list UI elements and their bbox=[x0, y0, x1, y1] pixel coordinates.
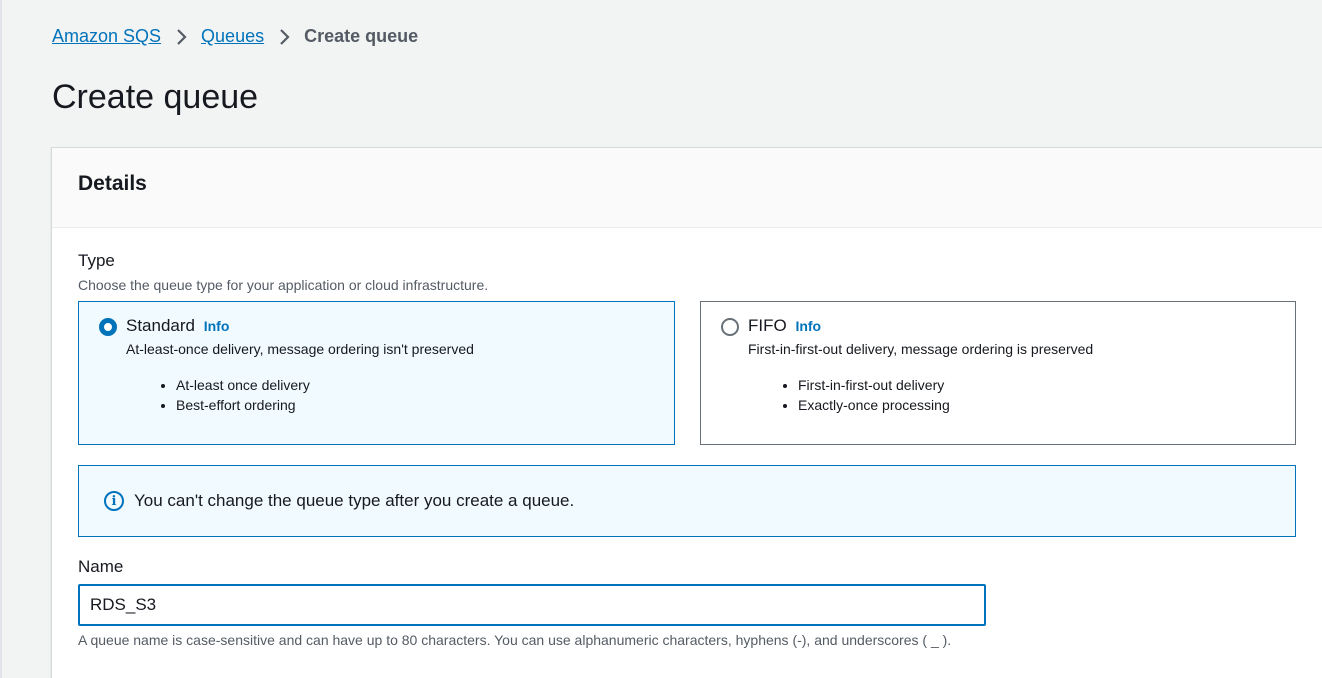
name-label: Name bbox=[78, 557, 124, 576]
list-item: Best-effort ordering bbox=[176, 395, 310, 415]
info-icon: i bbox=[104, 491, 124, 511]
list-item: At-least once delivery bbox=[176, 375, 310, 395]
breadcrumb-queues-link[interactable]: Queues bbox=[201, 26, 264, 47]
fifo-info-link[interactable]: Info bbox=[795, 318, 821, 334]
fifo-description: First-in-first-out delivery, message ord… bbox=[748, 341, 1094, 357]
details-panel: Details Type Choose the queue type for y… bbox=[51, 147, 1322, 678]
fifo-bullets: First-in-first-out delivery Exactly-once… bbox=[798, 375, 950, 415]
fifo-title: FIFO Info bbox=[748, 316, 821, 336]
standard-description: At-least-once delivery, message ordering… bbox=[126, 341, 474, 357]
details-panel-header: Details bbox=[52, 148, 1322, 228]
list-item: Exactly-once processing bbox=[798, 395, 950, 415]
queue-name-input[interactable] bbox=[78, 584, 986, 626]
standard-radio[interactable] bbox=[99, 318, 117, 336]
type-description: Choose the queue type for your applicati… bbox=[78, 277, 489, 293]
standard-title: Standard Info bbox=[126, 316, 229, 336]
chevron-right-icon bbox=[175, 28, 187, 46]
queue-type-alert: i You can't change the queue type after … bbox=[78, 465, 1296, 537]
fifo-title-label: FIFO bbox=[748, 316, 787, 335]
chevron-right-icon bbox=[278, 28, 290, 46]
standard-bullets: At-least once delivery Best-effort order… bbox=[176, 375, 310, 415]
name-hint: A queue name is case-sensitive and can h… bbox=[78, 632, 952, 648]
breadcrumb-amazon-sqs-link[interactable]: Amazon SQS bbox=[52, 26, 161, 47]
standard-title-label: Standard bbox=[126, 316, 195, 335]
details-heading: Details bbox=[78, 172, 147, 195]
list-item: First-in-first-out delivery bbox=[798, 375, 950, 395]
standard-queue-tile[interactable]: Standard Info At-least-once delivery, me… bbox=[78, 301, 675, 445]
alert-text: You can't change the queue type after yo… bbox=[134, 491, 575, 510]
breadcrumb-current: Create queue bbox=[304, 26, 419, 46]
breadcrumb: Amazon SQS Queues Create queue bbox=[52, 26, 418, 47]
standard-info-link[interactable]: Info bbox=[204, 318, 230, 334]
type-label: Type bbox=[78, 251, 115, 270]
fifo-queue-tile[interactable]: FIFO Info First-in-first-out delivery, m… bbox=[700, 301, 1296, 445]
page-title: Create queue bbox=[52, 78, 259, 116]
fifo-radio[interactable] bbox=[721, 318, 739, 336]
